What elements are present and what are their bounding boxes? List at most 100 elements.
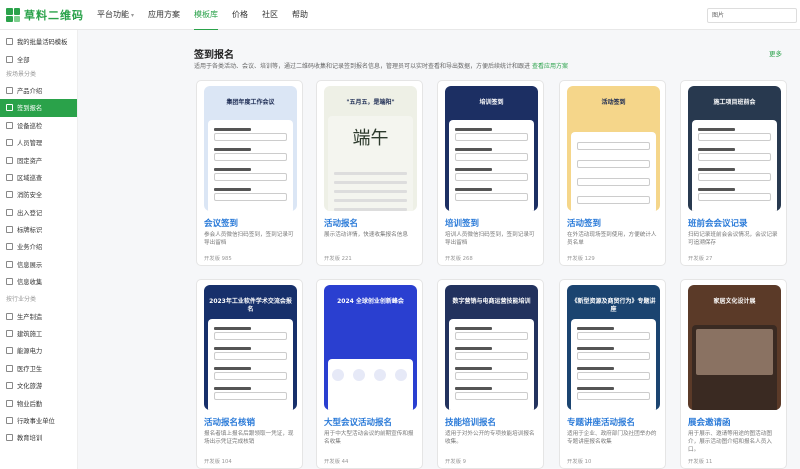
template-card[interactable]: 活动签到 活动签到 在外活动现场签到使用，方便统计人员名单 开发版 129 <box>559 80 666 266</box>
phone-status-bar <box>204 86 297 92</box>
sidebar-item-scene-label: 产品介绍 <box>17 87 43 95</box>
sidebar-item-industry[interactable]: 文化旅游 <box>0 377 77 394</box>
sidebar-item-industry-label: 医疗卫生 <box>17 365 43 373</box>
sidebar-item-scene-icon <box>6 121 13 129</box>
card-title[interactable]: 培训签到 <box>445 217 479 229</box>
sidebar-item-scene-icon <box>6 173 13 181</box>
sidebar-item-scene[interactable]: 人员管理 <box>0 134 77 151</box>
card-title[interactable]: 活动报名核销 <box>204 416 255 428</box>
form-label-line <box>455 128 492 131</box>
sidebar-item-industry-icon <box>6 417 13 424</box>
card-description: 扫码记录班前会会议情况，会议记录可追溯保存 <box>688 232 778 246</box>
sidebar-item-all[interactable]: 全部 <box>0 50 77 67</box>
form-field <box>577 372 650 380</box>
card-title[interactable]: 活动签到 <box>567 217 601 229</box>
sidebar-item-scene[interactable]: 签到报名 <box>0 99 77 117</box>
sidebar-item-scene[interactable]: 固定资产 <box>0 151 77 168</box>
sidebar-group-industry: 按行业分类 <box>6 296 37 304</box>
card-title[interactable]: 活动报名 <box>324 217 358 229</box>
usage-count: 开发版 9 <box>445 459 466 465</box>
sidebar-item-industry[interactable]: 行政事业单位 <box>0 412 77 429</box>
template-card[interactable]: 《新型资源及商贸行为》专题讲座专题讲座活动报名适用于企业、政府部门及社团举办的专… <box>559 279 666 469</box>
nav-item-0[interactable]: 平台功能 ▾ <box>90 0 141 30</box>
sidebar-item-scene-label: 人员管理 <box>17 140 43 148</box>
sidebar-item-industry[interactable]: 能源电力 <box>0 342 77 359</box>
more-link[interactable]: 更多 <box>769 48 782 58</box>
card-description: 适用于企业、政府部门及社团举办的专题讲座报名收集 <box>567 431 657 445</box>
form-label-line <box>214 188 251 191</box>
text-line <box>334 199 407 202</box>
preview-form <box>692 120 777 211</box>
nav-item-4[interactable]: 社区 <box>255 0 285 30</box>
template-preview: 施工项目班前会 <box>688 86 781 211</box>
nav-item-1[interactable]: 应用方案 <box>141 0 187 30</box>
sidebar-item-scene-label: 标牌标识 <box>17 227 43 235</box>
sidebar-item-scene[interactable]: 设备巡检 <box>0 117 77 134</box>
sidebar-item-scene[interactable]: 区域巡查 <box>0 169 77 186</box>
form-field <box>455 332 528 340</box>
template-card[interactable]: 2024 全球创业创新峰会 大型会议活动报名 用于中大型活动会议的前期宣传和报名收集… <box>316 279 423 469</box>
preview-title: 数字营销与电商运营技能培训 <box>452 298 531 305</box>
sidebar-item-scene[interactable]: 产品介绍 <box>0 82 77 99</box>
form-field <box>455 193 528 201</box>
form-label-line <box>214 148 251 151</box>
card-title[interactable]: 专题讲座活动报名 <box>567 416 635 428</box>
nav-item-label: 模板库 <box>194 10 219 19</box>
template-preview: 家居文化设计展 <box>688 285 781 410</box>
form-label-line <box>455 188 492 191</box>
nav-item-3[interactable]: 价格 <box>225 0 255 30</box>
sidebar-item-industry[interactable]: 教育培训 <box>0 429 77 446</box>
nav-item-label: 价格 <box>232 10 249 19</box>
sidebar-item-scene-icon <box>6 104 13 112</box>
card-title[interactable]: 班前会会议记录 <box>688 217 748 229</box>
sidebar-item-industry[interactable]: 建筑施工 <box>0 325 77 342</box>
card-title[interactable]: 会议签到 <box>204 217 238 229</box>
template-preview: 数字营销与电商运营技能培训 <box>445 285 538 410</box>
template-preview: 培训签到 <box>445 86 538 211</box>
template-card[interactable]: 集团年度工作会议 会议签到 参会人员微信扫码签到，签到记录可导出留档 开发版 985 <box>196 80 303 266</box>
search-input[interactable]: 图片 <box>707 8 797 23</box>
sidebar-item-scene[interactable]: 标牌标识 <box>0 221 77 238</box>
form-field <box>455 392 528 400</box>
template-card[interactable]: 2023年工业软件学术交流会报名 活动报名核销 报名者填上报名后跟领取一凭证，现场出… <box>196 279 303 469</box>
sidebar-item-scene[interactable]: 出入登记 <box>0 204 77 221</box>
template-card[interactable]: 数字营销与电商运营技能培训 技能培训报名 适用于对外公开的专项技能培训报名收集。 开发… <box>437 279 544 469</box>
form-field <box>214 173 287 181</box>
preview-title: 培训签到 <box>479 99 504 106</box>
sidebar-item-industry[interactable]: 物业后勤 <box>0 394 77 411</box>
sidebar-item-scene[interactable]: 信息收集 <box>0 273 77 290</box>
nav-item-5[interactable]: 帮助 <box>285 0 315 30</box>
form-label-line <box>577 327 614 330</box>
usage-count: 开发版 129 <box>567 256 595 262</box>
preview-title: 《新型资源及商贸行为》专题讲座 <box>571 298 656 313</box>
text-line <box>334 208 407 211</box>
sidebar-item-my-template[interactable]: 我的批量活码模板 <box>0 33 77 50</box>
sidebar-item-industry[interactable]: 生产制造 <box>0 307 77 324</box>
template-card[interactable]: 家居文化设计展 展会邀请函 用于展示、邀请等用途的图活动图介，展示活动图介绍和报名人… <box>680 279 787 469</box>
template-preview: 集团年度工作会议 <box>204 86 297 211</box>
sidebar-item-scene-label: 签到报名 <box>17 105 43 113</box>
template-card[interactable]: 培训签到 培训签到 培训人员微信扫码签到，签到记录可导出留档 开发版 268 <box>437 80 544 266</box>
sidebar-item-scene[interactable]: 业务介绍 <box>0 238 77 255</box>
sidebar-item-industry[interactable]: 医疗卫生 <box>0 360 77 377</box>
sidebar-item-industry-label: 物业后勤 <box>17 400 43 408</box>
card-title[interactable]: 技能培训报名 <box>445 416 496 428</box>
sidebar-item-scene[interactable]: 信息展示 <box>0 256 77 273</box>
card-title[interactable]: 大型会议活动报名 <box>324 416 392 428</box>
view-solution-link[interactable]: 查看应用方案 <box>532 63 568 70</box>
sidebar-item-industry-icon <box>6 382 13 390</box>
form-field <box>214 193 287 201</box>
form-label-line <box>455 367 492 370</box>
sidebar-item-scene[interactable]: 消防安全 <box>0 186 77 203</box>
sidebar-item-scene-icon <box>6 260 13 268</box>
preview-title: 2024 全球创业创新峰会 <box>337 298 404 305</box>
template-card[interactable]: 施工项目班前会 班前会会议记录 扫码记录班前会会议情况，会议记录可追溯保存 开发版 2… <box>680 80 787 266</box>
brand-logo[interactable]: 草料二维码 <box>6 7 84 23</box>
section-description: 适用于各类活动、会议、培训等，通过二维码收集和记录签到报名信息，管理员可以实时查… <box>194 63 568 70</box>
preview-title: 家居文化设计展 <box>713 298 756 305</box>
card-title[interactable]: 展会邀请函 <box>688 416 731 428</box>
sidebar-item-all-icon <box>6 55 13 63</box>
template-card[interactable]: "五月五，是端阳" 端午 活动报名 展示活动详情，快速收集报名信息 开发版 221 <box>316 80 423 266</box>
nav-item-2[interactable]: 模板库 <box>187 0 225 31</box>
sidebar-item-industry-label: 教育培训 <box>17 435 43 443</box>
